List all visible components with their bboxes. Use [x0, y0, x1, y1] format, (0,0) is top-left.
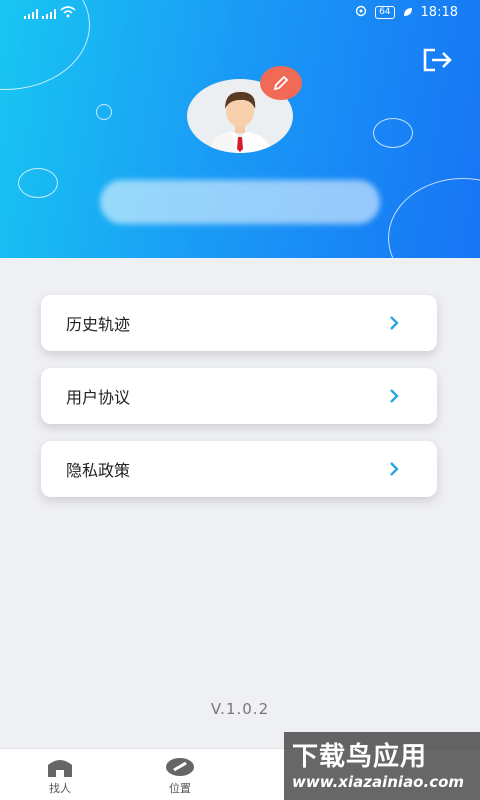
decor-circle — [18, 168, 58, 198]
menu-item-user-agreement[interactable]: 用户协议 — [41, 368, 437, 424]
watermark: 下载鸟应用 www.xiazainiao.com — [284, 732, 480, 800]
pencil-icon — [273, 75, 289, 91]
decor-circle — [388, 178, 480, 258]
profile-header: 64 18:18 — [0, 0, 480, 258]
watermark-title: 下载鸟应用 — [292, 742, 428, 772]
chevron-right-icon — [390, 462, 399, 476]
edit-profile-button[interactable] — [260, 66, 302, 100]
home-icon — [48, 760, 72, 777]
menu-item-history[interactable]: 历史轨迹 — [41, 295, 437, 351]
tab-label: 找人 — [49, 782, 71, 795]
decor-circle — [96, 104, 112, 120]
location-tab-icon — [166, 758, 194, 776]
decor-circle — [373, 118, 413, 148]
logout-icon — [423, 48, 452, 72]
logout-button[interactable] — [421, 46, 453, 74]
clock: 18:18 — [420, 5, 458, 20]
menu-item-privacy-policy[interactable]: 隐私政策 — [41, 441, 437, 497]
menu-item-label: 隐私政策 — [66, 461, 131, 480]
location-icon — [355, 5, 367, 20]
tab-find-people[interactable]: 找人 — [20, 757, 100, 796]
menu-item-label: 用户协议 — [66, 388, 131, 407]
watermark-url: www.xiazainiao.com — [292, 773, 465, 791]
leaf-icon — [403, 6, 413, 20]
username-redacted — [100, 180, 380, 224]
battery-indicator: 64 — [375, 6, 395, 19]
tab-location[interactable]: 位置 — [140, 757, 220, 796]
menu-item-label: 历史轨迹 — [66, 315, 131, 334]
decor-circle — [0, 0, 90, 90]
chevron-right-icon — [390, 389, 399, 403]
tab-label: 位置 — [169, 782, 191, 795]
chevron-right-icon — [390, 316, 399, 330]
app-version: V.1.0.2 — [210, 700, 270, 718]
